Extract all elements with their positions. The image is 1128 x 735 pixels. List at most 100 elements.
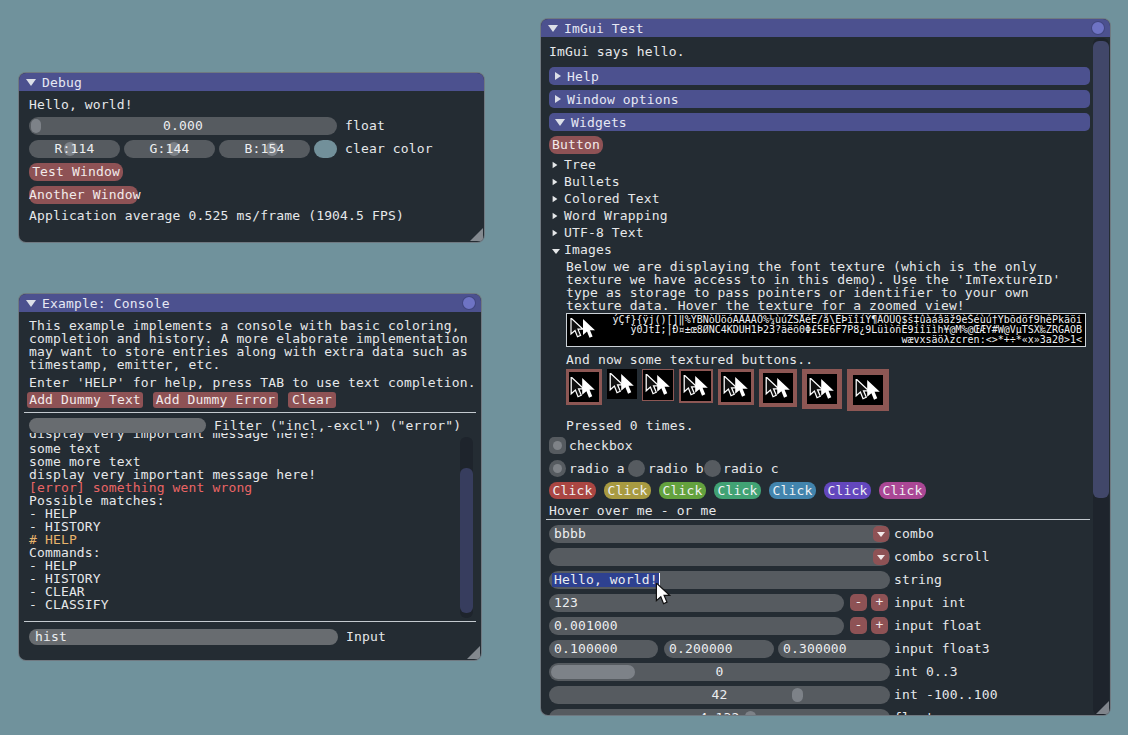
imgui-test-titlebar[interactable]: ImGui Test: [541, 19, 1110, 37]
chevron-down-icon: [555, 119, 565, 126]
tree-node-utf8-text[interactable]: UTF-8 Text: [552, 226, 644, 239]
slider-int-2-value: 42: [712, 687, 728, 702]
console-input-value: hist: [35, 629, 67, 644]
float-label: float: [345, 117, 385, 135]
checkbox-label: checkbox: [569, 437, 633, 454]
input-float3-y[interactable]: 0.200000: [664, 640, 774, 658]
clear-color-swatch[interactable]: [314, 140, 337, 158]
button-widget[interactable]: Button: [549, 136, 603, 154]
clear-button[interactable]: Clear: [288, 392, 336, 408]
click-button-6[interactable]: Click: [824, 482, 871, 499]
click-button-4[interactable]: Click: [714, 482, 761, 499]
input-float[interactable]: 0.001000: [549, 617, 844, 635]
radio-a[interactable]: [549, 460, 566, 477]
log-scrollbar-thumb[interactable]: [460, 468, 473, 613]
tree-node-images[interactable]: Images: [552, 243, 612, 256]
increment-button[interactable]: +: [871, 594, 888, 611]
radio-b[interactable]: [628, 460, 645, 477]
tree-node-tree[interactable]: Tree: [552, 158, 596, 171]
float-slider[interactable]: 0.000: [29, 117, 337, 135]
click-button-7[interactable]: Click: [879, 482, 926, 499]
add-dummy-error-button[interactable]: Add Dummy Error: [153, 392, 278, 408]
combo-scroll[interactable]: [549, 548, 890, 566]
stats-text: Application average 0.525 ms/frame (1904…: [29, 209, 404, 222]
click-button-5[interactable]: Click: [769, 482, 816, 499]
click-button-3[interactable]: Click: [659, 482, 706, 499]
close-button[interactable]: [462, 296, 476, 310]
input-float3-x[interactable]: 0.100000: [549, 640, 658, 658]
combo-arrow-button[interactable]: [873, 526, 889, 542]
textured-button-2[interactable]: [607, 369, 637, 399]
intro-line: timestamp, emitter, etc.: [29, 358, 220, 371]
drag-g[interactable]: G:144: [124, 140, 215, 158]
separator: [24, 621, 476, 622]
decrement-button[interactable]: -: [850, 617, 867, 634]
resize-grip[interactable]: [467, 646, 480, 659]
increment-button[interactable]: +: [871, 617, 888, 634]
window-console: Example: Console This example implements…: [18, 293, 482, 661]
combo[interactable]: bbbb: [549, 525, 890, 543]
drag-b[interactable]: B:154: [219, 140, 310, 158]
collapse-icon[interactable]: [26, 79, 36, 86]
resize-grip[interactable]: [1096, 701, 1109, 714]
string-input-label: string: [894, 571, 942, 589]
add-dummy-text-button[interactable]: Add Dummy Text: [27, 392, 143, 408]
console-input[interactable]: hist: [29, 629, 338, 645]
hello-world-text: Hello, world!: [29, 98, 133, 111]
slider-float[interactable]: 4.132: [549, 709, 890, 716]
textured-button-4[interactable]: [679, 369, 713, 403]
header-label: Widgets: [571, 115, 627, 130]
slider-int-2[interactable]: 42: [549, 686, 890, 704]
decrement-button[interactable]: -: [850, 594, 867, 611]
font-texture-image[interactable]: ýÇf}{ÿj()[]‖%ÝBÑòÛöóÃÂÁÀÔ%¼ùúŽŠÅéÉ/å\ÈÞï…: [566, 313, 1086, 347]
checkbox[interactable]: [549, 437, 566, 454]
filter-input[interactable]: [29, 418, 206, 433]
test-window-button[interactable]: Test Window: [29, 163, 123, 181]
resize-grip[interactable]: [470, 228, 483, 241]
textured-button-6[interactable]: [759, 369, 797, 407]
textured-button-5[interactable]: [718, 369, 754, 405]
pressed-text: Pressed 0 times.: [566, 419, 694, 432]
close-button[interactable]: [1091, 21, 1105, 35]
collapse-icon[interactable]: [548, 25, 558, 32]
textured-button-8[interactable]: [847, 369, 889, 411]
textured-button-7[interactable]: [802, 369, 842, 409]
console-titlebar[interactable]: Example: Console: [19, 294, 481, 312]
drag-r[interactable]: R:114: [29, 140, 120, 158]
slider-float-label: float: [894, 709, 934, 716]
console-log[interactable]: display very important message here! som…: [19, 433, 459, 611]
header-window-options[interactable]: Window options: [549, 90, 1090, 108]
tree-node-bullets[interactable]: Bullets: [552, 175, 620, 188]
tree-node-word-wrapping[interactable]: Word Wrapping: [552, 209, 668, 222]
slider-grab[interactable]: [551, 665, 635, 679]
combo-value: bbbb: [554, 526, 586, 541]
tree-node-colored-text[interactable]: Colored Text: [552, 192, 660, 205]
slider-grab[interactable]: [745, 711, 756, 716]
header-widgets[interactable]: Widgets: [549, 113, 1090, 131]
input-int-label: input int: [894, 594, 966, 612]
collapse-icon[interactable]: [26, 300, 36, 307]
radio-c[interactable]: [704, 460, 721, 477]
separator: [24, 412, 476, 413]
radio-c-label: radio c: [723, 460, 779, 477]
debug-titlebar[interactable]: Debug: [19, 73, 484, 91]
another-window-button[interactable]: Another Window: [29, 186, 138, 204]
input-float3-z[interactable]: 0.300000: [778, 640, 890, 658]
textured-button-3[interactable]: [642, 369, 674, 401]
slider-grab[interactable]: [31, 119, 41, 133]
header-help[interactable]: Help: [549, 67, 1090, 85]
textured-buttons-caption: And now some textured buttons..: [566, 353, 813, 366]
scrollbar-thumb[interactable]: [1093, 41, 1109, 498]
window-title: Example: Console: [42, 296, 170, 311]
combo-arrow-button[interactable]: [873, 549, 889, 565]
click-button-2[interactable]: Click: [604, 482, 651, 499]
textured-button-1[interactable]: [566, 369, 602, 405]
input-int[interactable]: 123: [549, 594, 844, 612]
chevron-right-icon: [555, 72, 561, 80]
string-input[interactable]: Hello, world!: [549, 571, 890, 589]
slider-int[interactable]: 0: [549, 663, 890, 681]
input-float3-label: input float3: [894, 640, 990, 658]
font-texture-glyphs: wævxsäöλzcren:<>*+÷*«x»3a20>1<: [901, 335, 1082, 345]
slider-grab[interactable]: [792, 688, 803, 702]
click-button-1[interactable]: Click: [549, 482, 596, 499]
